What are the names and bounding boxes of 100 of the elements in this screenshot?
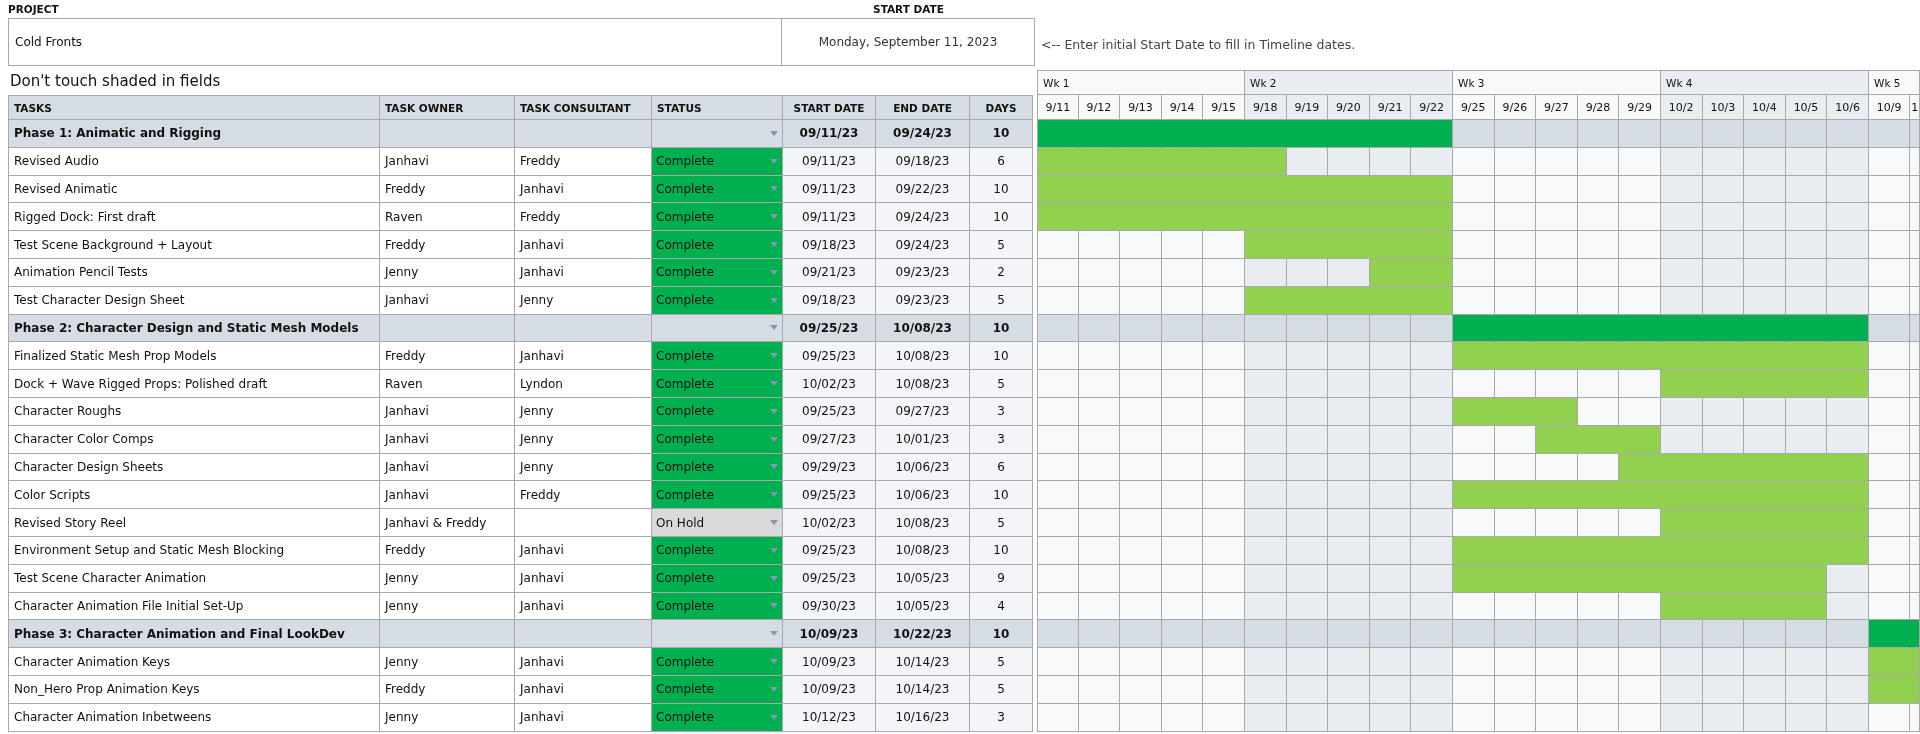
status-dropdown[interactable]: Complete (652, 536, 783, 565)
start-date-cell: 10/02/23 (783, 370, 876, 398)
task-owner-cell: Janhavi (380, 397, 515, 426)
day-header: 9/13 (1120, 95, 1162, 120)
task-owner-cell: Janhavi (380, 147, 515, 176)
start-date-cell: 09/25/23 (783, 314, 876, 343)
task-owner-cell: Freddy (380, 342, 515, 371)
phase-title-cell: Phase 2: Character Design and Static Mesh Models (8, 314, 380, 343)
task-owner-cell: Janhavi & Freddy (380, 509, 515, 537)
day-header: 9/19 (1286, 95, 1329, 120)
task-name-cell: Finalized Static Mesh Prop Models (8, 342, 380, 371)
task-owner-cell: Freddy (380, 175, 515, 204)
start-date-cell: 10/09/23 (783, 620, 876, 649)
task-name-cell: Test Scene Character Animation (8, 564, 380, 593)
days-cell: 10 (970, 536, 1033, 565)
end-date-cell: 10/08/23 (876, 314, 970, 343)
status-dropdown[interactable]: Complete (652, 147, 783, 176)
status-dropdown[interactable]: Complete (652, 453, 783, 482)
dropdown-caret-icon (770, 353, 778, 359)
dropdown-caret-icon (770, 381, 778, 387)
status-dropdown[interactable]: Complete (652, 592, 783, 621)
start-date-cell: 09/25/23 (783, 564, 876, 593)
task-consultant-cell: Janhavi (515, 703, 652, 732)
status-dropdown[interactable]: Complete (652, 564, 783, 593)
dropdown-caret-icon (770, 242, 778, 248)
task-consultant-cell: Janhavi (515, 675, 652, 704)
status-dropdown[interactable]: Complete (652, 231, 783, 259)
start-date-cell: 09/25/23 (783, 397, 876, 426)
end-date-cell: 09/23/23 (876, 259, 970, 287)
day-header: 9/14 (1161, 95, 1204, 120)
task-name-cell: Dock + Wave Rigged Props: Polished draft (8, 370, 380, 398)
days-cell: 5 (970, 509, 1033, 537)
start-date-field[interactable]: Monday, September 11, 2023 (782, 18, 1035, 66)
instruction-note: Don't touch shaded in fields (9, 70, 222, 92)
end-date-cell: 10/05/23 (876, 592, 970, 621)
days-cell: 10 (970, 342, 1033, 371)
task-owner-cell: Jenny (380, 592, 515, 621)
status-dropdown[interactable]: Complete (652, 425, 783, 454)
status-dropdown[interactable]: Complete (652, 342, 783, 371)
days-cell: 5 (970, 648, 1033, 676)
start-date-cell: 09/11/23 (783, 147, 876, 176)
day-header: 9/20 (1328, 95, 1370, 120)
task-name-cell: Color Scripts (8, 481, 380, 510)
days-cell: 10 (970, 620, 1033, 649)
task-name-cell: Test Character Design Sheet (8, 286, 380, 315)
status-dropdown[interactable]: Complete (652, 286, 783, 315)
status-dropdown[interactable]: Complete (652, 648, 783, 676)
end-date-cell: 10/05/23 (876, 564, 970, 593)
task-name-cell: Character Animation Inbetweens (8, 703, 380, 732)
start-date-cell: 09/25/23 (783, 342, 876, 371)
dropdown-caret-icon (770, 464, 778, 470)
day-header: 9/18 (1244, 95, 1287, 120)
days-cell: 10 (970, 175, 1033, 204)
week-header: Wk 3 (1453, 70, 1661, 95)
end-date-cell: 09/18/23 (876, 147, 970, 176)
day-header: 9/28 (1577, 95, 1620, 120)
task-owner-cell: Janhavi (380, 453, 515, 482)
start-date-cell: 09/11/23 (783, 175, 876, 204)
status-dropdown[interactable]: Complete (652, 481, 783, 510)
end-date-cell: 10/16/23 (876, 703, 970, 732)
task-owner-cell: Freddy (380, 231, 515, 259)
day-header: 10/9 (1868, 95, 1911, 120)
column-header: STATUS (652, 95, 783, 120)
phase-title-cell: Phase 3: Character Animation and Final LookDev (8, 620, 380, 649)
start-date-hint: <-- Enter initial Start Date to fill in Timeline dates. (1040, 35, 1357, 54)
task-name-cell: Character Color Comps (8, 425, 380, 454)
task-name-cell: Non_Hero Prop Animation Keys (8, 675, 380, 704)
status-dropdown[interactable]: Complete (652, 370, 783, 398)
status-dropdown[interactable] (652, 120, 783, 148)
task-name-cell: Test Scene Background + Layout (8, 231, 380, 259)
status-dropdown[interactable]: Complete (652, 259, 783, 287)
task-consultant-cell: Janhavi (515, 175, 652, 204)
status-dropdown[interactable]: Complete (652, 397, 783, 426)
task-name-cell: Revised Audio (8, 147, 380, 176)
task-consultant-cell: Janhavi (515, 342, 652, 371)
start-date-cell: 10/02/23 (783, 509, 876, 537)
week-header: Wk 1 (1037, 70, 1245, 95)
day-header: 9/21 (1369, 95, 1412, 120)
day-header: 10/3 (1702, 95, 1745, 120)
status-dropdown[interactable]: Complete (652, 703, 783, 732)
end-date-cell: 09/23/23 (876, 286, 970, 315)
status-dropdown[interactable] (652, 620, 783, 649)
days-cell: 9 (970, 564, 1033, 593)
day-header: 9/22 (1411, 95, 1453, 120)
status-dropdown[interactable] (652, 314, 783, 343)
task-consultant-cell: Janhavi (515, 592, 652, 621)
project-name-field[interactable]: Cold Fronts (8, 18, 782, 66)
days-cell: 4 (970, 592, 1033, 621)
column-header: TASKS (8, 95, 380, 120)
start-date-cell: 09/18/23 (783, 231, 876, 259)
days-cell: 5 (970, 286, 1033, 315)
task-consultant-cell: Jenny (515, 397, 652, 426)
day-header: 10/5 (1785, 95, 1828, 120)
status-dropdown[interactable]: On Hold (652, 509, 783, 537)
status-dropdown[interactable]: Complete (652, 175, 783, 204)
status-dropdown[interactable]: Complete (652, 203, 783, 232)
status-dropdown[interactable]: Complete (652, 675, 783, 704)
task-owner-cell: Jenny (380, 259, 515, 287)
start-date-cell: 09/25/23 (783, 481, 876, 510)
dropdown-caret-icon (770, 436, 778, 442)
